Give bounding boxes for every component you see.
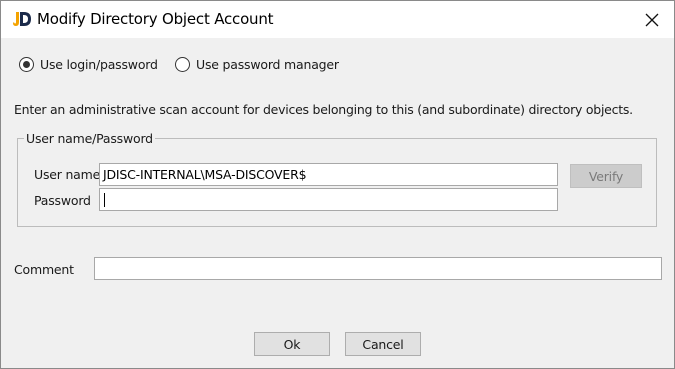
ok-button[interactable]: Ok bbox=[254, 332, 330, 356]
dialog-window: Modify Directory Object Account Use logi… bbox=[0, 0, 675, 369]
group-title: User name/Password bbox=[24, 131, 155, 146]
password-field[interactable] bbox=[99, 188, 558, 211]
text-cursor bbox=[104, 193, 105, 207]
comment-field[interactable] bbox=[94, 257, 662, 280]
window-title: Modify Directory Object Account bbox=[37, 10, 274, 28]
password-label: Password bbox=[34, 193, 91, 208]
title-bar[interactable]: Modify Directory Object Account bbox=[1, 1, 674, 38]
close-button[interactable] bbox=[630, 1, 674, 38]
comment-label: Comment bbox=[14, 262, 74, 277]
radio-use-password-manager[interactable]: Use password manager bbox=[175, 55, 339, 73]
close-icon bbox=[645, 13, 659, 26]
radio-label-password-manager: Use password manager bbox=[196, 56, 339, 72]
radio-unchecked-icon bbox=[175, 56, 190, 72]
credentials-group: User name/Password User name JDISC-INTER… bbox=[17, 131, 657, 227]
username-field[interactable]: JDISC-INTERNAL\MSA-DISCOVER$ bbox=[99, 163, 558, 186]
cancel-button[interactable]: Cancel bbox=[345, 332, 421, 356]
jdisc-logo-icon bbox=[11, 10, 33, 28]
verify-button[interactable]: Verify bbox=[570, 164, 642, 188]
radio-checked-icon bbox=[19, 56, 34, 72]
radio-label-login: Use login/password bbox=[40, 56, 158, 72]
username-label: User name bbox=[34, 167, 101, 182]
intro-text: Enter an administrative scan account for… bbox=[14, 102, 633, 117]
radio-use-login-password[interactable]: Use login/password bbox=[19, 55, 158, 73]
